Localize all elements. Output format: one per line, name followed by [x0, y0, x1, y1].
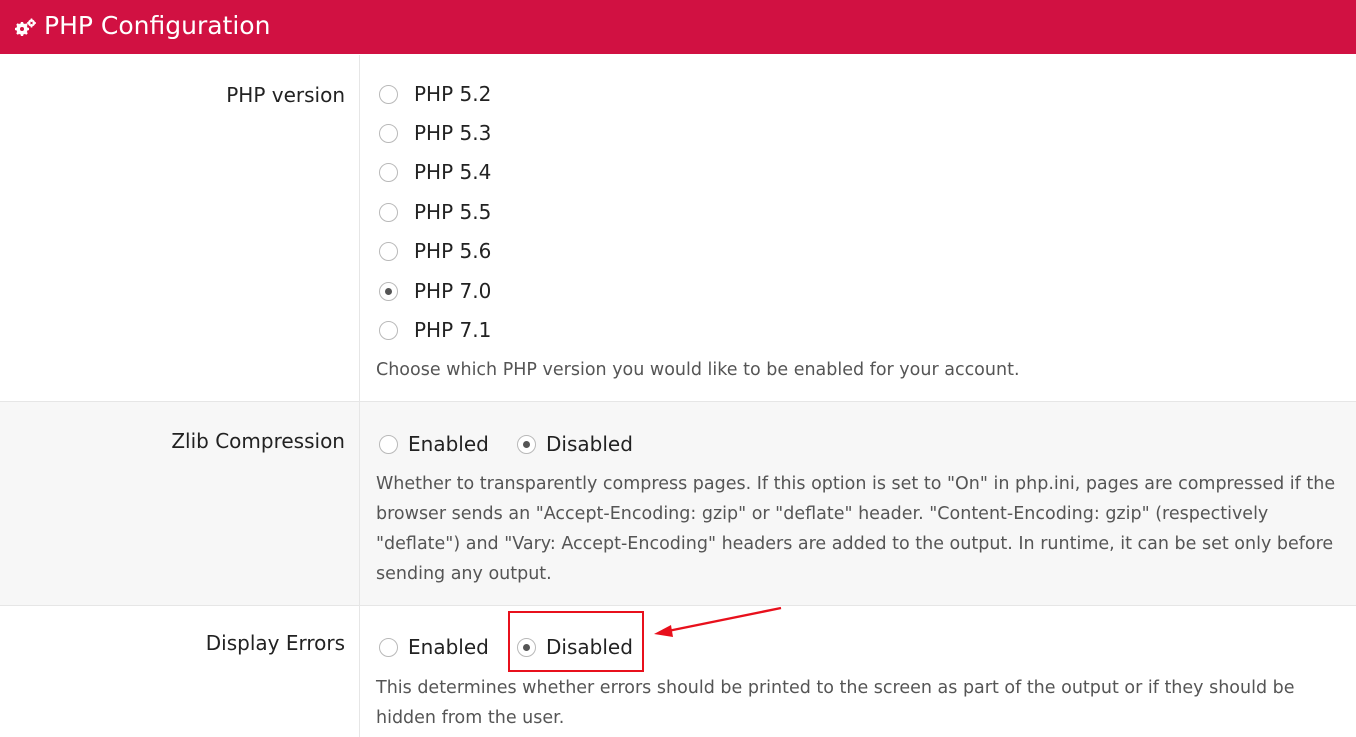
radio-button[interactable] [379, 84, 398, 104]
display-errors-help-text: This determines whether errors should be… [376, 678, 1295, 728]
radio-button[interactable] [379, 637, 398, 657]
column-divider [359, 401, 360, 605]
php-version-label: PHP version [226, 83, 345, 107]
radio-button-selected[interactable] [517, 434, 536, 454]
radio-button[interactable] [379, 434, 398, 454]
display-errors-enabled-option[interactable]: Enabled [379, 635, 489, 659]
display-errors-enabled-label: Enabled [408, 635, 489, 659]
radio-button[interactable] [379, 123, 398, 143]
php-option-label: PHP 5.5 [414, 200, 492, 224]
zlib-enabled-label: Enabled [408, 432, 489, 456]
radio-button-selected[interactable] [379, 281, 398, 301]
zlib-enabled-option[interactable]: Enabled [379, 432, 489, 456]
php-option-label: PHP 5.3 [414, 121, 492, 145]
zlib-compression-section: Zlib Compression Enabled Disabled Whethe… [0, 401, 1356, 605]
php-option-5-6[interactable]: PHP 5.6 [379, 239, 491, 263]
php-option-5-2[interactable]: PHP 5.2 [379, 82, 491, 106]
php-option-5-4[interactable]: PHP 5.4 [379, 160, 491, 184]
php-option-7-0[interactable]: PHP 7.0 [379, 279, 491, 303]
php-option-7-1[interactable]: PHP 7.1 [379, 318, 491, 342]
php-option-label: PHP 5.2 [414, 82, 492, 106]
display-errors-label: Display Errors [205, 631, 345, 655]
annotation-arrow-icon [654, 606, 782, 637]
zlib-help-text: Whether to transparently compress pages.… [376, 474, 1336, 584]
php-option-label: PHP 7.1 [414, 318, 492, 342]
page-title: PHP Configuration [44, 11, 271, 40]
page-header: PHP Configuration [0, 0, 1356, 54]
php-option-5-5[interactable]: PHP 5.5 [379, 200, 491, 224]
annotation-highlight-box [508, 611, 644, 672]
radio-button[interactable] [379, 320, 398, 340]
zlib-compression-label: Zlib Compression [171, 429, 345, 453]
radio-button[interactable] [379, 241, 398, 261]
php-version-help-text: Choose which PHP version you would like … [376, 360, 1020, 380]
php-option-label: PHP 5.4 [414, 160, 492, 184]
section-divider [0, 401, 1356, 402]
php-option-label: PHP 5.6 [414, 239, 492, 263]
radio-button[interactable] [379, 202, 398, 222]
radio-button[interactable] [379, 162, 398, 182]
php-option-5-3[interactable]: PHP 5.3 [379, 121, 491, 145]
zlib-disabled-label: Disabled [546, 432, 633, 456]
column-divider [359, 55, 360, 401]
gears-icon [15, 18, 36, 36]
zlib-disabled-option[interactable]: Disabled [517, 432, 633, 456]
php-option-label: PHP 7.0 [414, 279, 492, 303]
php-version-section: PHP version PHP 5.2 PHP 5.3 PHP 5.4 PHP … [0, 55, 1356, 401]
column-divider [359, 605, 360, 737]
